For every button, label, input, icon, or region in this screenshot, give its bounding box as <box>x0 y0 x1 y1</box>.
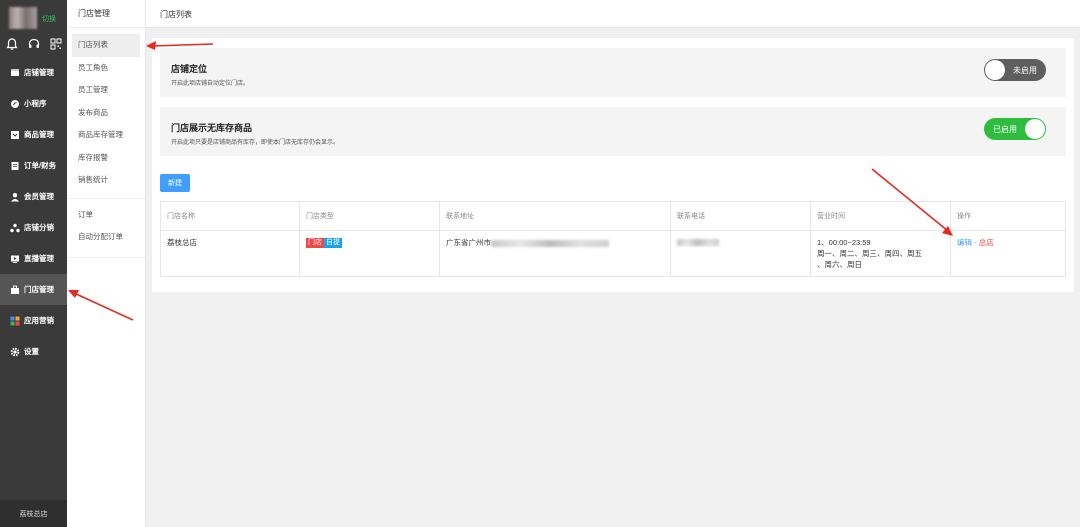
toggle-knob <box>985 60 1005 80</box>
col-header: 营业时间 <box>810 201 951 231</box>
phone-cell <box>670 230 811 277</box>
nav-label: 订单/财务 <box>24 161 57 170</box>
qrcode-icon[interactable] <box>49 37 63 51</box>
address-text: 广东省广州市 <box>446 238 491 247</box>
nav-label: 会员管理 <box>24 192 54 201</box>
main-store-link[interactable]: 总店 <box>979 238 994 247</box>
shop-icon <box>11 285 19 294</box>
quick-icons <box>0 37 67 55</box>
new-shop-button[interactable]: 新建 <box>160 174 190 192</box>
goods-icon <box>11 130 19 139</box>
headset-icon[interactable] <box>27 37 41 51</box>
submenu-item-auto-assign[interactable]: 自动分配订单 <box>67 226 145 249</box>
account-row: 切换 <box>0 0 67 36</box>
submenu-group-shop: 门店列表 员工角色 员工管理 发布商品 商品库存管理 库存报警 销售统计 <box>67 28 145 192</box>
location-toggle[interactable]: 未启用 <box>984 59 1046 81</box>
main-sidebar: 切换 店铺管理 小程序 商品管理 订单/财务 会员管理 店铺分销 直播管理 门店… <box>0 0 67 527</box>
col-header: 联系地址 <box>439 201 671 231</box>
hours-line: 、周六、周日 <box>817 260 862 269</box>
avatar[interactable] <box>9 7 37 29</box>
edit-link[interactable]: 编辑 <box>957 238 972 247</box>
setting-title: 店铺定位 <box>171 64 208 74</box>
submenu-item-stock[interactable]: 商品库存管理 <box>67 124 145 147</box>
submenu-divider <box>67 256 145 258</box>
col-header: 门店类型 <box>299 201 440 231</box>
toggle-label: 未启用 <box>1013 66 1037 75</box>
nav-label: 店铺分销 <box>24 223 54 232</box>
shop-type-cell: 门店 自提 <box>299 230 440 277</box>
breadcrumb: 门店列表 <box>160 10 192 19</box>
nav-item-shops[interactable]: 门店管理 <box>0 274 67 305</box>
nav-label: 商品管理 <box>24 130 54 139</box>
nav-label: 应用营销 <box>24 316 54 325</box>
member-icon <box>11 192 19 201</box>
store-icon <box>11 68 19 76</box>
col-header: 操作 <box>950 201 1066 231</box>
nav-item-live[interactable]: 直播管理 <box>0 243 67 274</box>
apps-icon <box>10 316 20 325</box>
nav-label: 设置 <box>24 347 39 356</box>
mini-program-icon <box>11 99 19 108</box>
submenu-title: 门店管理 <box>67 0 145 28</box>
submenu-item-staff[interactable]: 员工管理 <box>67 79 145 102</box>
live-icon <box>11 255 19 263</box>
col-header: 门店名称 <box>160 201 300 231</box>
type-tag: 自提 <box>324 238 342 248</box>
setting-desc: 开启此项店铺自动定位门店。 <box>171 81 250 87</box>
shop-table: 门店名称 门店类型 联系地址 联系电话 营业时间 操作 荔枝总店 门店 自提 广东… <box>160 201 1066 277</box>
submenu-item-stock-alert[interactable]: 库存报警 <box>67 147 145 170</box>
toggle-label: 已启用 <box>993 125 1017 134</box>
submenu-item-staff-roles[interactable]: 员工角色 <box>67 57 145 80</box>
nav-item-distribution[interactable]: 店铺分销 <box>0 212 67 243</box>
submenu-group-orders: 订单 自动分配订单 <box>67 197 145 249</box>
show-empty-stock-toggle[interactable]: 已启用 <box>984 118 1046 140</box>
topbar: 门店列表 <box>146 0 1080 28</box>
gear-icon <box>10 347 20 356</box>
col-header: 联系电话 <box>670 201 811 231</box>
current-store-name[interactable]: 荔枝总店 <box>0 500 67 527</box>
redacted-phone <box>677 238 719 246</box>
setting-desc: 开启此项只要是店铺商品有库存，即使本门店无库存仍会显示。 <box>171 140 340 146</box>
nav-label: 直播管理 <box>24 254 54 263</box>
nav-label: 小程序 <box>24 99 47 108</box>
action-separator: - <box>972 238 979 247</box>
table-header-row: 门店名称 门店类型 联系地址 联系电话 营业时间 操作 <box>160 201 1066 231</box>
nav-item-mini-program[interactable]: 小程序 <box>0 88 67 119</box>
submenu-item-shop-list[interactable]: 门店列表 <box>72 34 140 57</box>
main-nav: 店铺管理 小程序 商品管理 订单/财务 会员管理 店铺分销 直播管理 门店管理 <box>0 57 67 367</box>
setting-card-show-empty-stock: 门店展示无库存商品 开启此项只要是店铺商品有库存，即使本门店无库存仍会显示。 已… <box>160 107 1066 156</box>
switch-store-link[interactable]: 切换 <box>42 14 56 24</box>
nav-item-goods[interactable]: 商品管理 <box>0 119 67 150</box>
nav-label: 门店管理 <box>24 285 54 294</box>
submenu: 门店管理 门店列表 员工角色 员工管理 发布商品 商品库存管理 库存报警 销售统… <box>67 0 146 527</box>
hours-line: 周一、周二、周三、周四、周五 <box>817 249 922 258</box>
hours-line: 1、00:00~23:59 <box>817 238 871 247</box>
nav-label: 店铺管理 <box>24 68 54 77</box>
order-icon <box>11 161 19 170</box>
distribution-icon <box>10 223 20 232</box>
type-tag: 门店 <box>306 238 324 248</box>
nav-item-apps[interactable]: 应用营销 <box>0 305 67 336</box>
hours-cell: 1、00:00~23:59 周一、周二、周三、周四、周五 、周六、周日 <box>810 230 951 277</box>
redacted-address <box>491 239 609 247</box>
submenu-item-sales-stats[interactable]: 销售统计 <box>67 169 145 192</box>
setting-card-location: 店铺定位 开启此项店铺自动定位门店。 未启用 <box>160 48 1066 97</box>
content-panel: 店铺定位 开启此项店铺自动定位门店。 未启用 门店展示无库存商品 开启此项只要是… <box>152 38 1074 292</box>
toggle-knob <box>1025 119 1045 139</box>
setting-title: 门店展示无库存商品 <box>171 123 253 133</box>
nav-item-settings[interactable]: 设置 <box>0 336 67 367</box>
bell-icon[interactable] <box>5 37 19 51</box>
shop-name-cell: 荔枝总店 <box>160 230 300 277</box>
nav-item-members[interactable]: 会员管理 <box>0 181 67 212</box>
submenu-item-orders[interactable]: 订单 <box>67 204 145 227</box>
nav-item-store[interactable]: 店铺管理 <box>0 57 67 88</box>
nav-item-orders[interactable]: 订单/财务 <box>0 150 67 181</box>
address-cell: 广东省广州市 <box>439 230 671 277</box>
submenu-item-publish-goods[interactable]: 发布商品 <box>67 102 145 125</box>
table-row: 荔枝总店 门店 自提 广东省广州市 1、00:00~23:59 周一、周二、周三、… <box>160 230 1066 277</box>
actions-cell: 编辑 - 总店 <box>950 230 1066 277</box>
